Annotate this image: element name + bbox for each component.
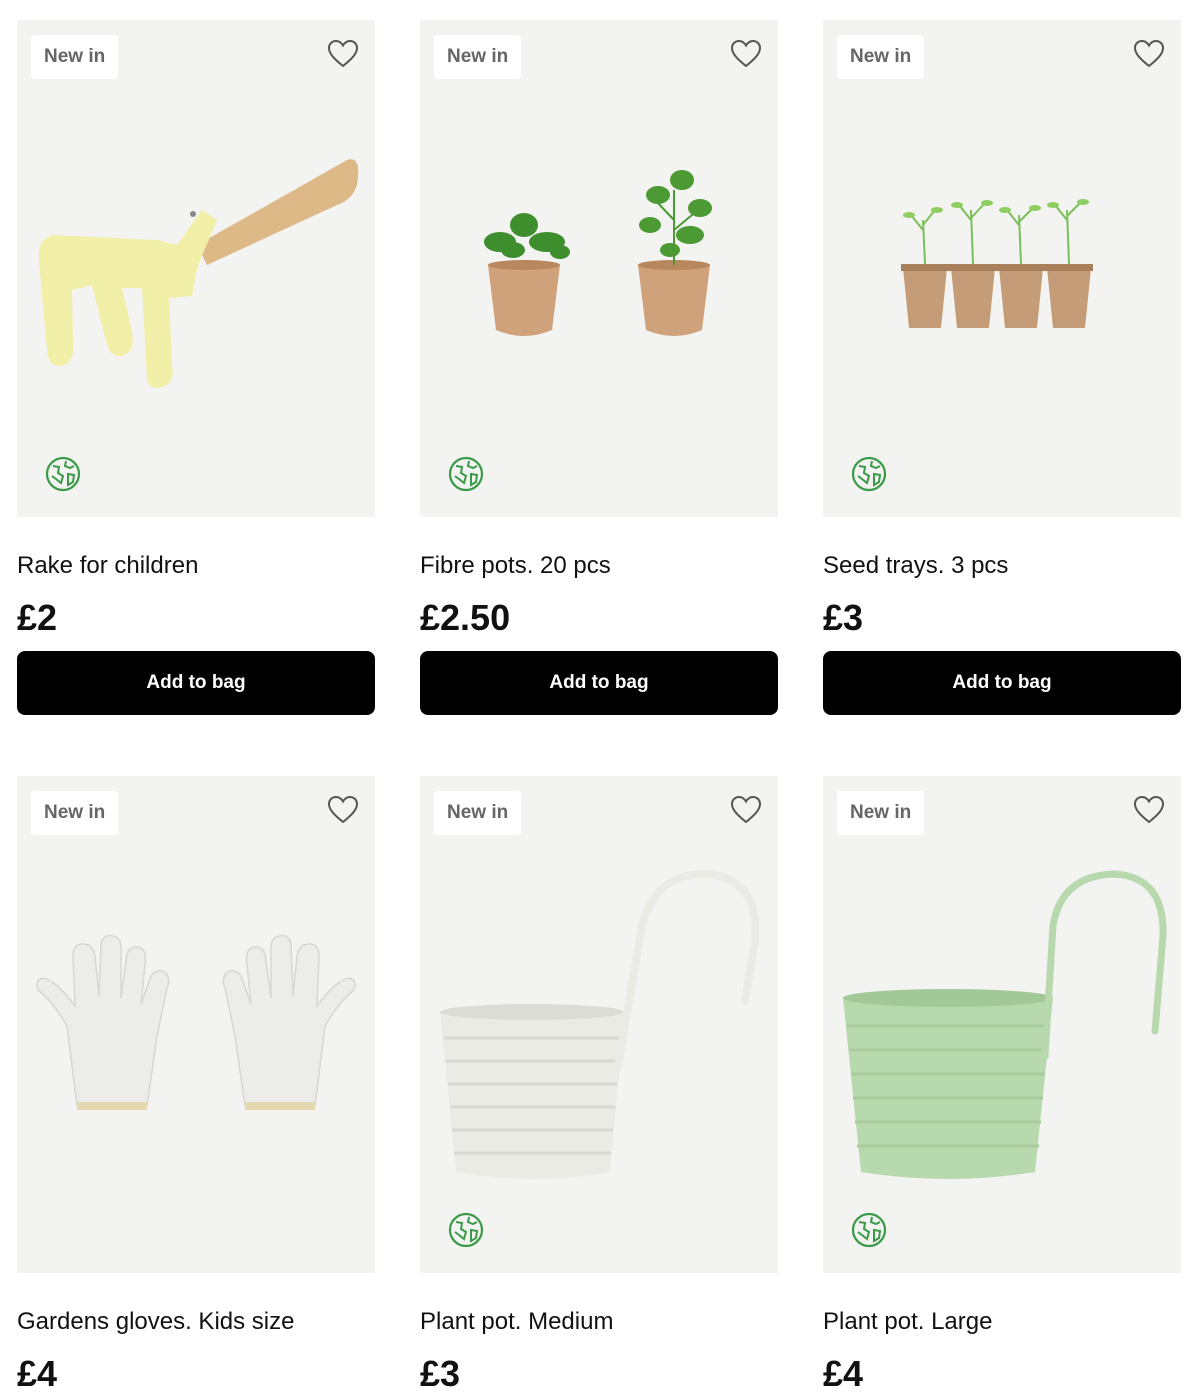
eco-globe-icon xyxy=(851,456,887,492)
product-grid: New in Rake for children £2 Add to bag N… xyxy=(0,0,1200,1399)
seed-trays-image xyxy=(901,199,1093,328)
heart-icon[interactable] xyxy=(327,794,359,826)
gloves-image xyxy=(36,934,356,1110)
product-price: £4 xyxy=(17,1353,58,1394)
product-title[interactable]: Seed trays. 3 pcs xyxy=(823,552,1008,580)
product-price: £2.50 xyxy=(420,597,511,638)
product-image[interactable]: New in xyxy=(17,776,375,1273)
new-in-badge: New in xyxy=(31,35,119,79)
heart-icon[interactable] xyxy=(730,38,762,70)
heart-icon[interactable] xyxy=(730,794,762,826)
product-image[interactable]: New in xyxy=(420,776,778,1273)
eco-globe-icon xyxy=(448,456,484,492)
new-in-badge: New in xyxy=(837,791,925,835)
product-price: £3 xyxy=(823,597,864,638)
heart-icon[interactable] xyxy=(327,38,359,70)
product-image[interactable]: New in xyxy=(420,20,778,517)
product-price: £4 xyxy=(823,1353,864,1394)
product-title[interactable]: Plant pot. Medium xyxy=(420,1308,613,1336)
eco-globe-icon xyxy=(45,456,81,492)
new-in-badge: New in xyxy=(837,35,925,79)
product-title[interactable]: Rake for children xyxy=(17,552,198,580)
product-image[interactable]: New in xyxy=(823,20,1181,517)
product-title[interactable]: Gardens gloves. Kids size xyxy=(17,1308,294,1336)
new-in-badge: New in xyxy=(434,35,522,79)
white-hanging-pot-image xyxy=(440,869,760,1179)
product-image[interactable]: New in xyxy=(823,776,1181,1273)
heart-icon[interactable] xyxy=(1133,38,1165,70)
heart-icon[interactable] xyxy=(1133,794,1165,826)
product-image[interactable]: New in xyxy=(17,20,375,517)
green-hanging-pot-image xyxy=(843,870,1167,1179)
product-title[interactable]: Plant pot. Large xyxy=(823,1308,992,1336)
eco-globe-icon xyxy=(851,1212,887,1248)
new-in-badge: New in xyxy=(434,791,522,835)
product-price: £2 xyxy=(17,597,58,638)
product-title[interactable]: Fibre pots. 20 pcs xyxy=(420,552,611,580)
eco-globe-icon xyxy=(448,1212,484,1248)
new-in-badge: New in xyxy=(31,791,119,835)
add-to-bag-button[interactable]: Add to bag xyxy=(823,651,1181,715)
fibre-pots-image xyxy=(484,170,712,336)
add-to-bag-button[interactable]: Add to bag xyxy=(17,651,375,715)
add-to-bag-button[interactable]: Add to bag xyxy=(420,651,778,715)
product-price: £3 xyxy=(420,1353,461,1394)
rake-image xyxy=(38,159,359,388)
